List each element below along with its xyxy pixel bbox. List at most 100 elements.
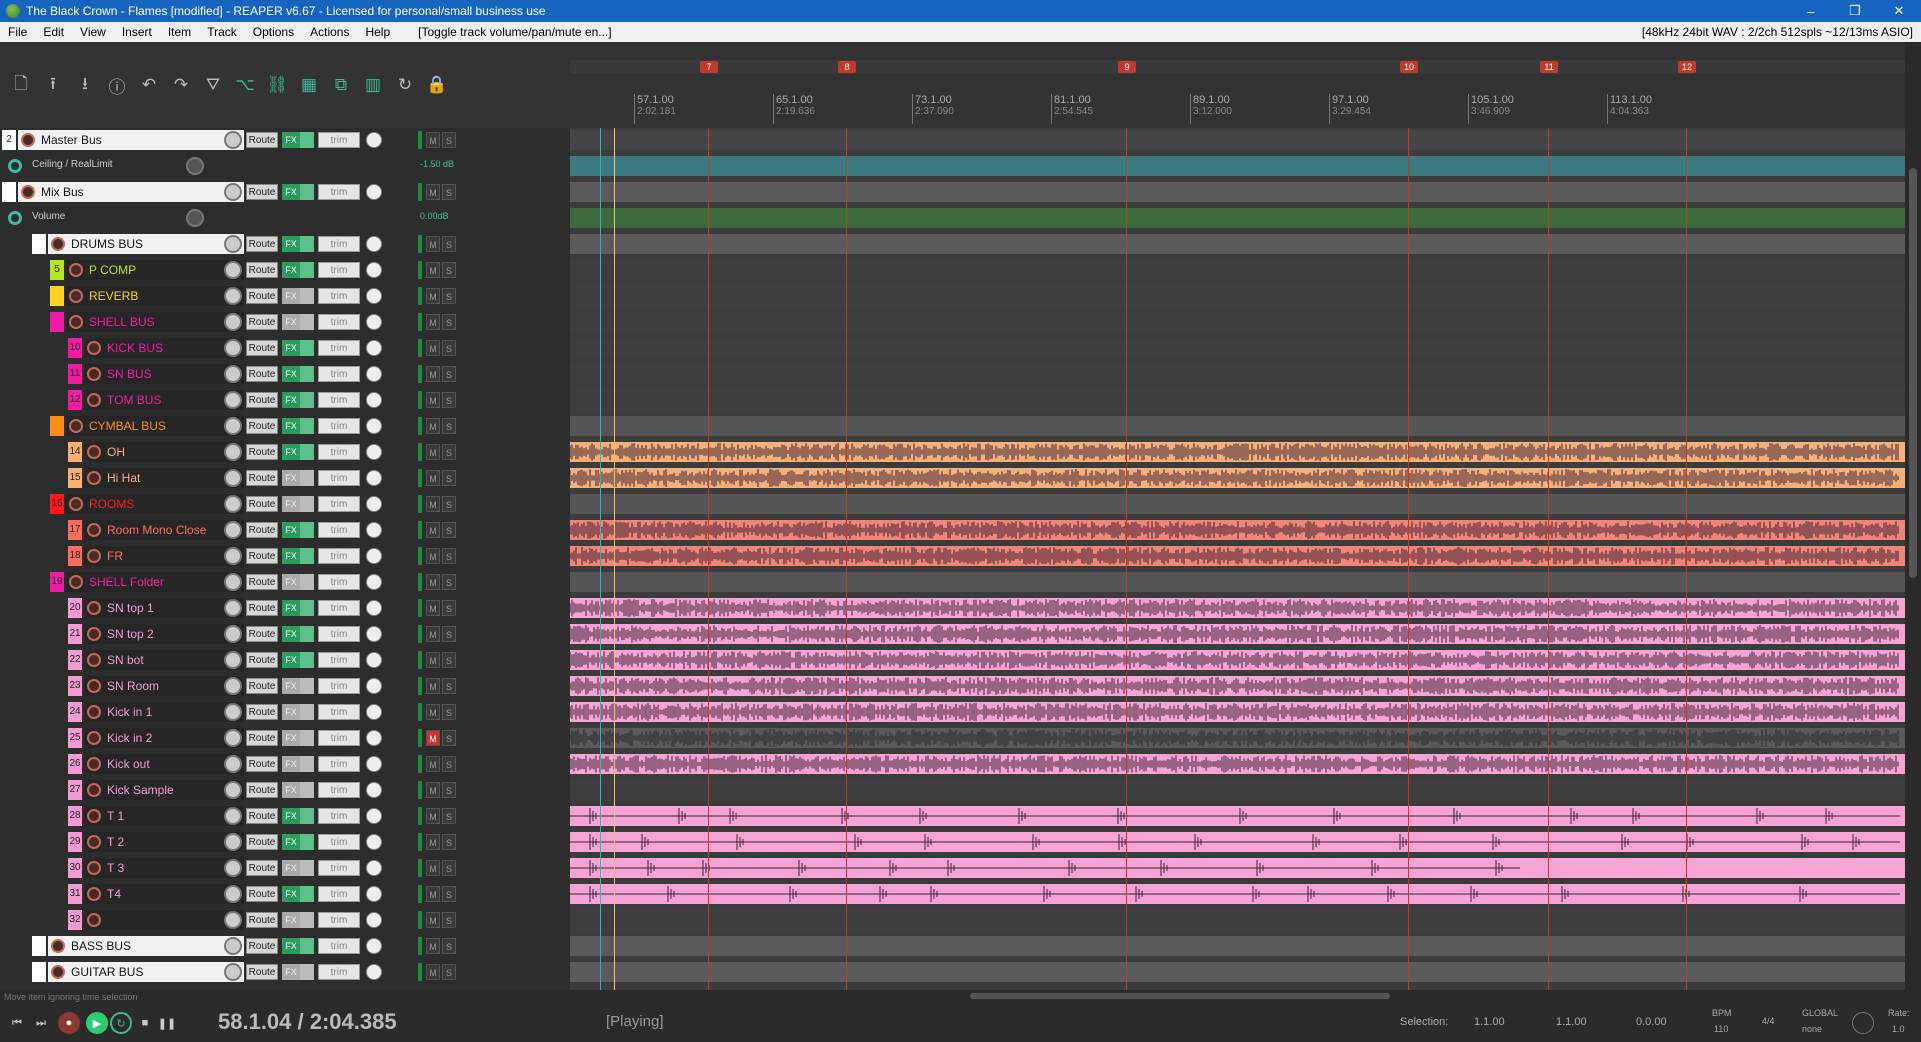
- track-name-box[interactable]: SHELL BUS: [66, 312, 244, 332]
- route-button[interactable]: Route: [246, 886, 278, 902]
- pan-knob[interactable]: [224, 703, 242, 721]
- track-lane[interactable]: [570, 442, 1905, 462]
- fx-bypass-button[interactable]: [300, 626, 314, 642]
- track-row[interactable]: 30 T 3 Route FX trim M S: [0, 856, 570, 880]
- fx-bypass-button[interactable]: [300, 652, 314, 668]
- mute-button[interactable]: M: [426, 756, 440, 772]
- fx-button[interactable]: FX: [282, 808, 300, 824]
- mute-button[interactable]: M: [426, 886, 440, 902]
- solo-button[interactable]: S: [442, 366, 456, 382]
- track-lane[interactable]: [570, 494, 1905, 514]
- mute-button[interactable]: M: [426, 236, 440, 252]
- fx-button[interactable]: FX: [282, 704, 300, 720]
- menu-track[interactable]: Track: [199, 25, 245, 39]
- menu-edit[interactable]: Edit: [35, 25, 72, 39]
- automation-trim-button[interactable]: trim: [318, 782, 360, 798]
- automation-trim-button[interactable]: trim: [318, 444, 360, 460]
- track-lane[interactable]: [570, 520, 1905, 540]
- bpm-value[interactable]: 110: [1714, 1024, 1728, 1034]
- fx-bypass-button[interactable]: [300, 236, 314, 252]
- track-row[interactable]: 29 T 2 Route FX trim M S: [0, 830, 570, 854]
- solo-button[interactable]: S: [442, 678, 456, 694]
- automation-trim-button[interactable]: trim: [318, 132, 360, 148]
- route-button[interactable]: Route: [246, 964, 278, 980]
- record-arm-button[interactable]: [87, 653, 101, 667]
- selection-length[interactable]: 0.0.00: [1636, 1016, 1667, 1028]
- track-lane[interactable]: [570, 286, 1905, 306]
- route-button[interactable]: Route: [246, 652, 278, 668]
- track-lane[interactable]: [570, 234, 1905, 254]
- pan-knob[interactable]: [224, 313, 242, 331]
- fx-bypass-button[interactable]: [300, 366, 314, 382]
- vertical-scrollbar[interactable]: [1905, 128, 1921, 990]
- fx-button[interactable]: FX: [282, 652, 300, 668]
- track-lane[interactable]: [570, 598, 1905, 618]
- go-to-start-button[interactable]: ⏮: [6, 1012, 28, 1034]
- solo-button[interactable]: S: [442, 912, 456, 928]
- track-name[interactable]: SHELL Folder: [89, 575, 164, 589]
- redo-icon[interactable]: ↷: [168, 72, 194, 98]
- selection-start[interactable]: 1.1.00: [1474, 1016, 1505, 1028]
- timeline-ruler[interactable]: 7 8 9 10 11 12 57.1.00 2:02.181 65.1.00 2:19.636 7…: [570, 42, 1905, 128]
- repeat-button[interactable]: ↻: [110, 1012, 132, 1034]
- rate-knob-icon[interactable]: [1852, 1012, 1874, 1034]
- volume-knob[interactable]: [366, 938, 382, 954]
- pan-knob[interactable]: [224, 963, 242, 981]
- record-arm-button[interactable]: [87, 627, 101, 641]
- track-name-box[interactable]: Room Mono Close: [84, 520, 244, 540]
- automation-trim-button[interactable]: trim: [318, 262, 360, 278]
- pan-knob[interactable]: [224, 599, 242, 617]
- track-lane[interactable]: [570, 702, 1905, 722]
- solo-button[interactable]: S: [442, 236, 456, 252]
- solo-button[interactable]: S: [442, 626, 456, 642]
- track-name-box[interactable]: DRUMS BUS: [48, 234, 244, 254]
- track-row[interactable]: 22 SN bot Route FX trim M S: [0, 648, 570, 672]
- route-button[interactable]: Route: [246, 756, 278, 772]
- solo-button[interactable]: S: [442, 496, 456, 512]
- audio-waveform[interactable]: [570, 650, 1905, 670]
- track-row[interactable]: 20 SN top 1 Route FX trim M S: [0, 596, 570, 620]
- track-name-box[interactable]: FR: [84, 546, 244, 566]
- mute-button[interactable]: M: [426, 184, 440, 200]
- track-row[interactable]: GUITAR BUS Route FX trim M S: [0, 960, 570, 984]
- global-value[interactable]: none: [1802, 1024, 1822, 1034]
- track-name-box[interactable]: REVERB: [66, 286, 244, 306]
- solo-button[interactable]: S: [442, 730, 456, 746]
- track-row[interactable]: 19 SHELL Folder Route FX trim M S: [0, 570, 570, 594]
- fx-button[interactable]: FX: [282, 184, 300, 200]
- audio-waveform[interactable]: [570, 520, 1905, 540]
- route-button[interactable]: Route: [246, 236, 278, 252]
- track-row[interactable]: 12 TOM BUS Route FX trim M S: [0, 388, 570, 412]
- pan-knob[interactable]: [224, 495, 242, 513]
- track-name[interactable]: SN top 1: [107, 601, 154, 615]
- horizontal-scroll-thumb[interactable]: [970, 993, 1390, 999]
- track-row[interactable]: Mix Bus Route FX trim M S: [0, 180, 570, 204]
- solo-button[interactable]: S: [442, 574, 456, 590]
- minimize-button[interactable]: –: [1789, 0, 1833, 22]
- track-lane[interactable]: [570, 572, 1905, 592]
- pan-knob[interactable]: [224, 183, 242, 201]
- envelope-active-icon[interactable]: [8, 211, 22, 225]
- volume-knob[interactable]: [366, 418, 382, 434]
- mute-button[interactable]: M: [426, 418, 440, 434]
- menu-help[interactable]: Help: [357, 25, 398, 39]
- track-name-box[interactable]: CYMBAL BUS: [66, 416, 244, 436]
- volume-knob[interactable]: [366, 444, 382, 460]
- action-hint[interactable]: [Toggle track volume/pan/mute en...]: [418, 25, 611, 39]
- fx-bypass-button[interactable]: [300, 834, 314, 850]
- track-name[interactable]: Room Mono Close: [107, 523, 206, 537]
- pan-knob[interactable]: [224, 131, 242, 149]
- menu-item[interactable]: Item: [160, 25, 199, 39]
- audio-waveform[interactable]: [570, 806, 1905, 826]
- solo-button[interactable]: S: [442, 548, 456, 564]
- track-lane[interactable]: [570, 208, 1905, 228]
- volume-knob[interactable]: [366, 236, 382, 252]
- track-name-box[interactable]: GUITAR BUS: [48, 962, 244, 982]
- fx-bypass-button[interactable]: [300, 964, 314, 980]
- mute-button[interactable]: M: [426, 340, 440, 356]
- vertical-scroll-thumb[interactable]: [1909, 168, 1917, 578]
- track-lane[interactable]: [570, 546, 1905, 566]
- track-name-box[interactable]: T 3: [84, 858, 244, 878]
- automation-trim-button[interactable]: trim: [318, 548, 360, 564]
- mute-button[interactable]: M: [426, 444, 440, 460]
